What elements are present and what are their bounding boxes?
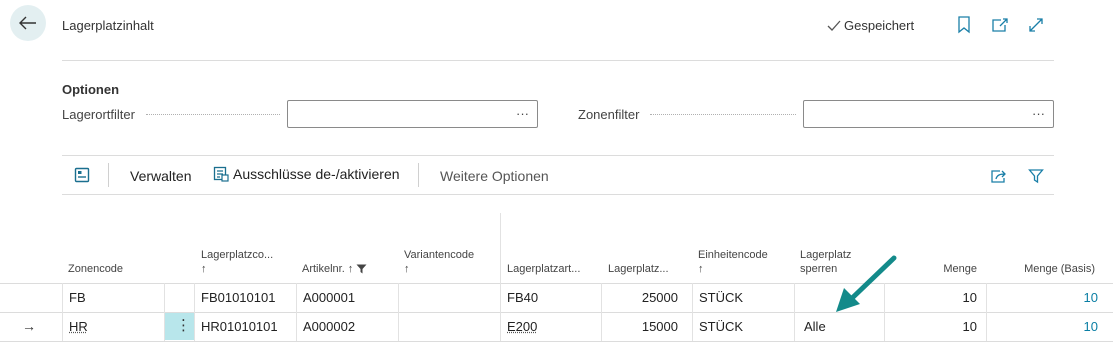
column-divider — [601, 283, 602, 341]
column-header-item-no[interactable]: Artikelnr. ↑ — [302, 262, 367, 276]
zone-filter-label: Zonenfilter — [578, 107, 640, 122]
cell-bin-ranking[interactable]: 25000 — [608, 290, 678, 306]
cell-unit-code[interactable]: STÜCK — [699, 319, 743, 335]
expand-icon — [1029, 18, 1043, 32]
actionbar-separator — [418, 163, 419, 187]
cell-bin-ranking[interactable]: 15000 — [608, 319, 678, 335]
cell-item-no[interactable]: A000002 — [303, 319, 355, 335]
table-header-border — [0, 283, 1113, 284]
cell-quantity[interactable]: 10 — [900, 319, 977, 335]
filter-icon — [1028, 169, 1044, 184]
row-action-menu-button[interactable]: ⋮ — [165, 313, 194, 340]
cell-block[interactable]: Alle — [804, 319, 826, 335]
sort-ascending-icon: ↑ — [347, 263, 354, 275]
toggle-exclusions-button[interactable]: Ausschlüsse de-/aktivieren — [213, 166, 400, 182]
options-title: Optionen — [62, 82, 120, 97]
arrow-left-icon — [19, 16, 36, 30]
more-vertical-icon: ⋮ — [176, 317, 191, 334]
column-divider — [500, 283, 501, 341]
location-filter-lookup-button[interactable]: ··· — [516, 106, 529, 121]
column-header-bin-type[interactable]: Lagerplatzart... — [507, 262, 580, 276]
bookmark-icon — [958, 16, 970, 34]
sort-ascending-icon: ↑ — [698, 263, 704, 275]
cell-quantity-base-link[interactable]: 10 — [990, 290, 1098, 306]
sort-ascending-icon: ↑ — [201, 263, 207, 275]
manage-label: Verwalten — [130, 168, 192, 184]
saved-status: Gespeichert — [826, 18, 914, 33]
filter-active-icon — [356, 264, 367, 274]
cell-bin-code[interactable]: HR01010101 — [201, 319, 278, 335]
column-divider — [398, 283, 399, 341]
column-divider — [194, 283, 195, 341]
column-header-variant-code[interactable]: Variantencode — [404, 248, 474, 262]
manage-button[interactable]: Verwalten — [130, 168, 191, 184]
cell-bin-code[interactable]: FB01010101 — [201, 290, 275, 306]
layout-toggle-button[interactable] — [73, 166, 91, 184]
options-divider — [62, 155, 1054, 156]
actionbar-divider — [62, 194, 1054, 195]
location-filter-input[interactable]: ··· — [287, 100, 538, 128]
header-divider — [62, 60, 1054, 61]
cell-unit-code[interactable]: STÜCK — [699, 290, 743, 306]
actionbar-separator — [108, 163, 109, 187]
page-title: Lagerplatzinhalt — [62, 18, 154, 33]
column-divider — [692, 283, 693, 341]
annotation-arrow-icon — [836, 255, 897, 312]
column-divider — [794, 283, 795, 341]
bookmark-button[interactable] — [954, 15, 974, 35]
exclusions-icon — [213, 166, 229, 182]
column-header-quantity[interactable]: Menge — [900, 262, 977, 276]
more-options-label: Weitere Optionen — [440, 168, 549, 184]
column-divider — [986, 283, 987, 341]
column-header-unit-code[interactable]: Einheitencode — [698, 248, 768, 262]
open-new-window-icon — [992, 18, 1008, 32]
filter-button[interactable] — [1026, 166, 1046, 186]
zone-filter-leader — [650, 114, 796, 115]
cell-quantity-base-link[interactable]: 10 — [990, 319, 1098, 335]
zone-filter-lookup-button[interactable]: ··· — [1032, 106, 1045, 121]
back-button[interactable] — [10, 5, 46, 41]
column-divider — [296, 283, 297, 341]
more-options-button[interactable]: Weitere Optionen — [440, 168, 549, 184]
column-divider — [62, 283, 63, 341]
current-row-arrow-icon: → — [22, 318, 36, 334]
cell-zone-code[interactable]: HR — [69, 319, 88, 335]
column-header-item-no-label: Artikelnr. — [302, 263, 345, 275]
open-new-window-button[interactable] — [990, 15, 1010, 35]
column-header-quantity-base[interactable]: Menge (Basis) — [990, 262, 1095, 276]
expand-button[interactable] — [1026, 15, 1046, 35]
column-header-bin-code[interactable]: Lagerplatzco... — [201, 248, 273, 262]
share-icon — [991, 170, 1006, 183]
location-filter-leader — [146, 114, 280, 115]
saved-status-label: Gespeichert — [844, 18, 915, 33]
frozen-column-separator — [500, 213, 501, 283]
cell-item-no[interactable]: A000001 — [303, 290, 355, 306]
share-button[interactable] — [989, 166, 1009, 186]
location-filter-label: Lagerortfilter — [62, 107, 135, 122]
cell-zone-code[interactable]: FB — [69, 290, 86, 306]
checkmark-icon — [827, 20, 841, 31]
column-header-zone-code[interactable]: Zonencode — [68, 262, 123, 276]
table-row-border — [0, 341, 1113, 342]
column-header-bin-ranking[interactable]: Lagerplatz... — [608, 262, 669, 276]
page-layout-icon — [74, 167, 90, 183]
toggle-exclusions-label: Ausschlüsse de-/aktivieren — [233, 166, 400, 182]
cell-bin-type[interactable]: FB40 — [507, 290, 538, 306]
sort-ascending-icon: ↑ — [404, 263, 410, 275]
cell-quantity[interactable]: 10 — [900, 290, 977, 306]
zone-filter-input[interactable]: ··· — [803, 100, 1054, 128]
cell-bin-type[interactable]: E200 — [507, 319, 537, 335]
